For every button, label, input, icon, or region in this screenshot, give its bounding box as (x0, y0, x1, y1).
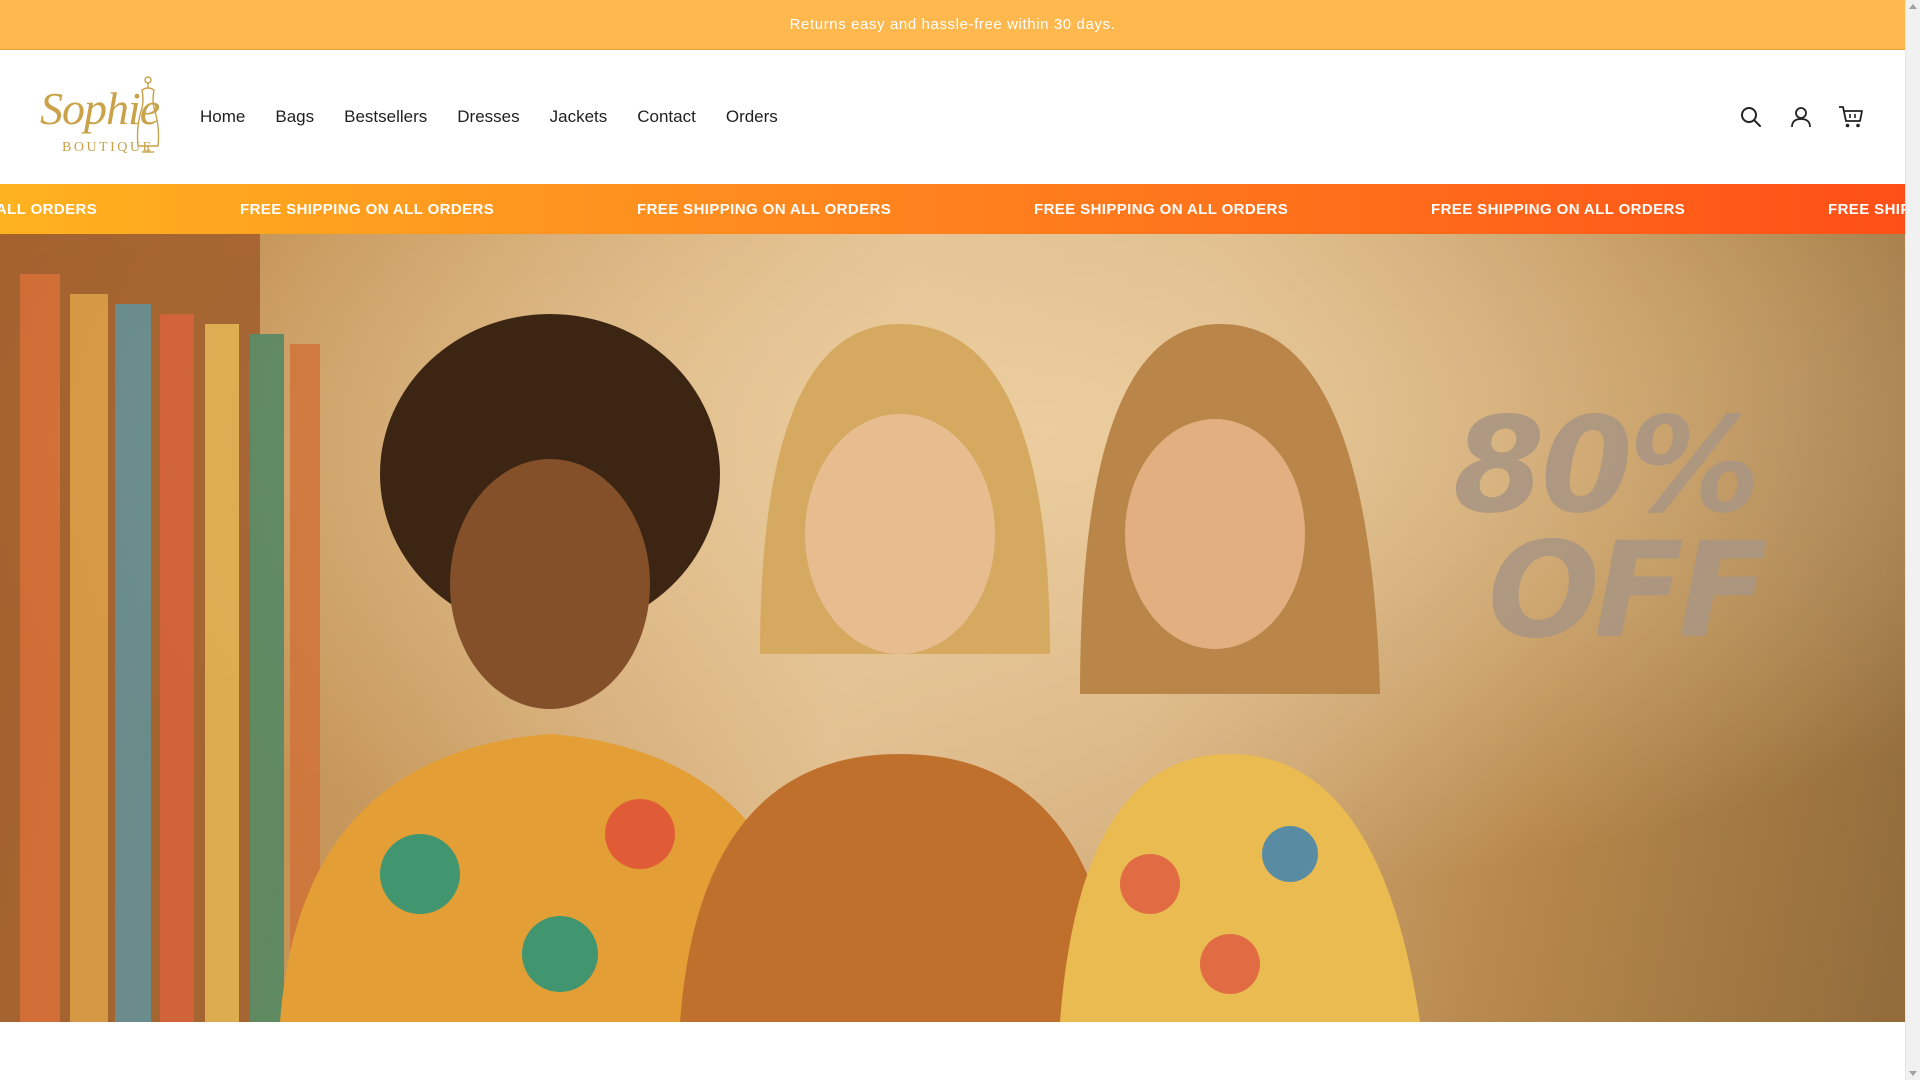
header-actions (1737, 50, 1865, 184)
search-icon (1741, 107, 1761, 127)
scroll-down-arrow-icon[interactable] (1909, 1071, 1917, 1076)
account-icon (1791, 107, 1811, 128)
marquee-item: FREE SHIPPING ON ALL ORDERS (240, 200, 495, 218)
marquee-item: FREE SHIPPING ON ALL ORDERS (637, 200, 892, 218)
nav-item-orders[interactable]: Orders (726, 107, 778, 127)
page-scrollbar[interactable] (1905, 0, 1920, 1080)
hero-offer-text: 80% OFF (1435, 389, 1775, 669)
nav-item-jackets[interactable]: Jackets (550, 107, 608, 127)
marquee-track: FREE SHIPPING ON ALL ORDERS FREE SHIPPIN… (0, 184, 1905, 234)
nav-item-bags[interactable]: Bags (275, 107, 314, 127)
cart-button[interactable] (1837, 103, 1865, 131)
nav-item-home[interactable]: Home (200, 107, 245, 127)
dress-form-icon (136, 76, 160, 153)
cart-icon (1839, 106, 1863, 128)
main-nav: Home Bags Bestsellers Dresses Jackets Co… (200, 50, 778, 184)
marquee-item: FREE SHIPPING ON ALL ORDERS (1431, 200, 1686, 218)
search-button[interactable] (1737, 103, 1765, 131)
scroll-up-arrow-icon[interactable] (1909, 4, 1917, 9)
marquee-item: FREE SHIPPING ON ALL ORDERS (1034, 200, 1289, 218)
offer-percent: 80% (1453, 389, 1761, 543)
site-header: Sophie BOUTIQUE Home Bags Bestsellers Dr… (0, 50, 1905, 184)
hero-banner[interactable]: 80% OFF (0, 234, 1905, 1022)
nav-item-bestsellers[interactable]: Bestsellers (344, 107, 427, 127)
marquee-item: FREE SHIPPING ON ALL ORDERS (0, 200, 98, 218)
announcement-text: Returns easy and hassle-free within 30 d… (789, 16, 1116, 33)
brand-logo[interactable]: Sophie BOUTIQUE (38, 76, 163, 160)
marquee-item: FREE SHIPPING ON ALL ORDERS (1828, 200, 1905, 218)
nav-item-dresses[interactable]: Dresses (457, 107, 519, 127)
shipping-marquee: FREE SHIPPING ON ALL ORDERS FREE SHIPPIN… (0, 184, 1905, 234)
nav-item-contact[interactable]: Contact (637, 107, 696, 127)
offer-off: OFF (1487, 514, 1769, 669)
announcement-bar: Returns easy and hassle-free within 30 d… (0, 0, 1905, 50)
account-button[interactable] (1787, 103, 1815, 131)
